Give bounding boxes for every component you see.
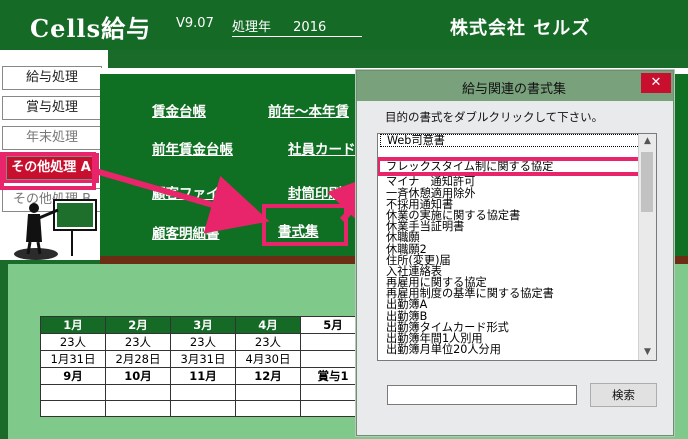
list-item[interactable]: マイナ 通知許可: [380, 176, 640, 187]
arrow-to-forms: [91, 167, 270, 234]
scroll-up-icon[interactable]: ▲: [639, 134, 656, 149]
dialog-instruction: 目的の書式をダブルクリックして下さい。: [385, 110, 604, 124]
scroll-down-icon[interactable]: ▼: [639, 345, 656, 360]
dialog-title: 給与関連の書式集: [462, 82, 567, 97]
dialog-titlebar[interactable]: 給与関連の書式集 ✕: [357, 71, 673, 101]
forms-dialog: 給与関連の書式集 ✕ 目的の書式をダブルクリックして下さい。 Web司意書 フレ…: [356, 70, 674, 436]
forms-listbox[interactable]: Web司意書 フレックスタイム制に関する協定 マイナ 通知許可 一斉休憩適用除外…: [377, 133, 657, 361]
list-item[interactable]: 休職願: [380, 232, 640, 243]
list-item[interactable]: 休職願2: [380, 243, 640, 254]
list-item[interactable]: 出勤簿A: [380, 299, 640, 310]
close-icon[interactable]: ✕: [641, 73, 671, 93]
scroll-thumb[interactable]: [641, 152, 653, 212]
forms-list: Web司意書 フレックスタイム制に関する協定 マイナ 通知許可 一斉休憩適用除外…: [378, 134, 644, 355]
list-item[interactable]: 出勤簿月単位20人分用: [380, 344, 640, 355]
listbox-scrollbar[interactable]: ▲ ▼: [638, 134, 656, 360]
search-button[interactable]: 検索: [590, 383, 657, 407]
list-item-selected[interactable]: フレックスタイム制に関する協定: [378, 157, 644, 177]
list-item[interactable]: Web司意書: [380, 134, 640, 148]
search-input[interactable]: [387, 385, 577, 405]
